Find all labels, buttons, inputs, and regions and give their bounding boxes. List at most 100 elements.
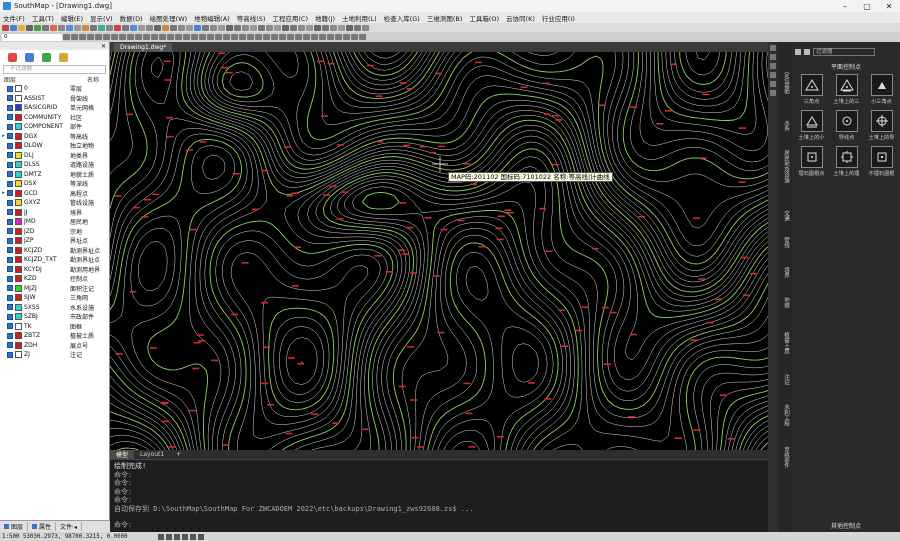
toolbar-icon[interactable] (330, 24, 337, 31)
layer-color-swatch[interactable] (15, 351, 22, 359)
symbol-filter-input[interactable]: 过滤器 (813, 48, 875, 56)
toolbar-icon[interactable] (50, 24, 57, 31)
toolbar-icon[interactable] (119, 34, 126, 40)
toolbar-icon[interactable] (98, 24, 105, 31)
toolbar-icon[interactable] (362, 24, 369, 31)
layer-color-swatch[interactable] (15, 227, 22, 235)
layer-color-swatch[interactable] (15, 199, 22, 207)
vtab-boundary[interactable]: 境界 (780, 267, 790, 278)
layer-color-swatch[interactable] (15, 113, 22, 121)
current-layer-icon[interactable] (42, 52, 51, 62)
index-contour-line[interactable] (759, 441, 768, 450)
contour-line[interactable] (208, 52, 768, 395)
toolbar-icon[interactable] (71, 34, 78, 40)
toolbar-icon[interactable] (266, 24, 273, 31)
layer-visible-checkbox[interactable] (7, 171, 13, 178)
vtab-annotation[interactable]: 注记 (780, 374, 790, 385)
tab-layout1[interactable]: Layout1 (134, 451, 170, 458)
layer-visible-checkbox[interactable] (7, 161, 13, 168)
layer-visible-checkbox[interactable] (7, 142, 13, 149)
layer-visible-checkbox[interactable] (7, 342, 13, 349)
symbol-mound-buried[interactable]: 土堆上的埋 (830, 146, 863, 182)
strip-icon[interactable] (770, 54, 776, 60)
contour-line[interactable] (110, 52, 768, 450)
menu-view[interactable]: 显示(V) (90, 13, 113, 23)
toolbar-icon[interactable] (138, 24, 145, 31)
toolbar-icon[interactable] (170, 24, 177, 31)
toolbar-icon[interactable] (34, 24, 41, 31)
toolbar-icon[interactable] (322, 24, 329, 31)
contour-line[interactable] (110, 154, 768, 450)
layer-visible-checkbox[interactable] (7, 313, 13, 320)
layer-visible-checkbox[interactable] (7, 256, 13, 263)
layer-visible-checkbox[interactable] (7, 266, 13, 273)
tab-properties[interactable]: 属性 (28, 522, 57, 531)
index-contour-line[interactable] (110, 52, 768, 411)
layer-row[interactable]: DMTZ 地貌土质 (0, 170, 109, 180)
layer-visible-checkbox[interactable] (7, 332, 13, 339)
osnap-icon[interactable] (189, 533, 196, 540)
toolbar-icon[interactable] (359, 34, 366, 40)
menu-cloud[interactable]: 云协同(K) (506, 13, 535, 23)
layer-color-swatch[interactable] (15, 265, 22, 273)
menu-edit[interactable]: 编辑(E) (61, 13, 83, 23)
tab-add-layout[interactable]: + (170, 451, 187, 458)
contour-line[interactable] (685, 52, 721, 76)
layer-visible-checkbox[interactable] (7, 190, 13, 197)
toolbar-icon[interactable] (279, 34, 286, 40)
toolbar-icon[interactable] (111, 34, 118, 40)
toolbar-icon[interactable] (338, 24, 345, 31)
layer-row[interactable]: COMPONENT 部件 (0, 122, 109, 132)
toolbar-icon[interactable] (154, 24, 161, 31)
panel-pin-icon[interactable] (795, 49, 801, 55)
layer-row[interactable]: ▸ DGX 等高线 (0, 132, 109, 142)
vtab-pipeline[interactable]: 管线 (780, 237, 790, 248)
toolbar-icon[interactable] (66, 24, 73, 31)
strip-icon[interactable] (770, 90, 776, 96)
toolbar-icon[interactable] (351, 34, 358, 40)
toolbar-icon[interactable] (247, 34, 254, 40)
layer-row[interactable]: ZBTZ 植被土质 (0, 331, 109, 341)
layer-color-swatch[interactable] (15, 142, 22, 150)
layer-color-swatch[interactable] (15, 151, 22, 159)
layer-row[interactable]: ▸ GCD 高程点 (0, 189, 109, 199)
layer-visible-checkbox[interactable] (7, 351, 13, 358)
layer-row[interactable]: KCYDJ 勘测用地界 (0, 265, 109, 275)
layer-row[interactable]: SXSS 水系设施 (0, 303, 109, 313)
contour-line[interactable] (345, 52, 768, 152)
delete-layer-icon[interactable] (25, 52, 34, 62)
layer-color-swatch[interactable] (15, 322, 22, 330)
layer-visible-checkbox[interactable] (7, 237, 13, 244)
toolbar-icon[interactable] (135, 34, 142, 40)
polar-icon[interactable] (181, 533, 188, 540)
menu-3d[interactable]: 三维测图(B) (427, 13, 463, 23)
symbol-buried-control[interactable]: 埋石图根点 (795, 146, 828, 182)
layer-color-swatch[interactable] (15, 237, 22, 245)
toolbar-icon[interactable] (343, 34, 350, 40)
toolbar-icon[interactable] (106, 24, 113, 31)
layer-color-swatch[interactable] (15, 332, 22, 340)
expand-arrow-icon[interactable]: ▸ (0, 133, 7, 139)
contour-line[interactable] (110, 222, 768, 450)
vtab-terrain[interactable]: 地貌 (780, 297, 790, 308)
menu-cadastre[interactable]: 地籍(J) (315, 13, 335, 23)
panel-close-icon[interactable]: ✕ (101, 43, 106, 50)
toolbar-icon[interactable] (215, 34, 222, 40)
toolbar-icon[interactable] (234, 24, 241, 31)
toolbar-icon[interactable] (74, 24, 81, 31)
toolbar-icon[interactable] (274, 24, 281, 31)
layer-row[interactable]: KCJZD 勘测界址点 (0, 246, 109, 256)
symbol-unburied-control[interactable]: 不埋石图根 (865, 146, 898, 182)
toolbar-icon[interactable] (87, 34, 94, 40)
toolbar-icon[interactable] (151, 34, 158, 40)
toolbar-icon[interactable] (242, 24, 249, 31)
layer-combo[interactable]: 0 (2, 33, 62, 41)
strip-icon[interactable] (770, 63, 776, 69)
layer-color-swatch[interactable] (15, 85, 22, 93)
toolbar-icon[interactable] (218, 24, 225, 31)
index-contour-line[interactable] (221, 52, 768, 265)
layer-visible-checkbox[interactable] (7, 123, 13, 130)
toolbar-icon[interactable] (263, 34, 270, 40)
tab-layer[interactable]: 图层 (0, 522, 29, 531)
toolbar-icon[interactable] (311, 34, 318, 40)
